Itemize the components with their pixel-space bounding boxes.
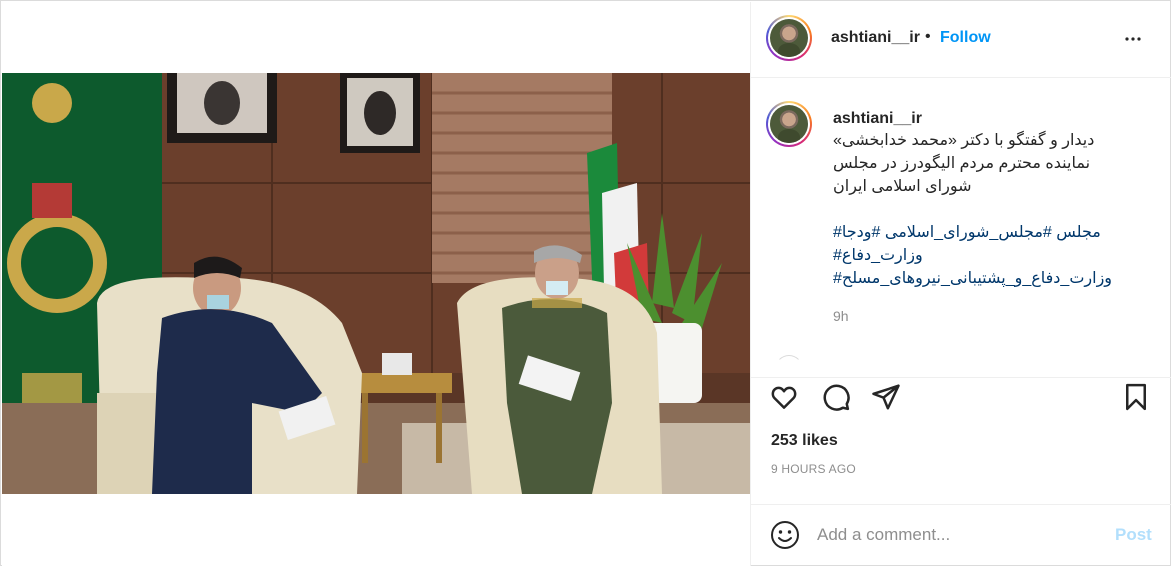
caption-username[interactable]: ashtiani__ir	[833, 110, 922, 128]
post-caption: دیدار و گفتگو با دکتر «محمد خدابخشی» نما…	[833, 129, 1133, 198]
post-photo[interactable]	[2, 73, 750, 494]
avatar-image	[770, 19, 808, 57]
comment-icon[interactable]	[821, 382, 851, 412]
caption-line: دیدار و گفتگو با دکتر «محمد خدابخشی»	[833, 132, 1095, 149]
post-comment-button[interactable]: Post	[1115, 525, 1152, 545]
post-media	[2, 2, 750, 566]
share-icon[interactable]	[871, 382, 901, 412]
avatar[interactable]	[766, 15, 812, 61]
follow-button[interactable]: Follow	[940, 29, 991, 47]
comment-form: Post	[751, 504, 1171, 566]
post-timestamp[interactable]: 9 HOURS AGO	[771, 462, 856, 476]
avatar-image	[770, 105, 808, 143]
hashtag-link[interactable]: مجلس #مجلس_شورای_اسلامی #ودجا#	[833, 221, 1133, 244]
comments-section: ashtiani__ir دیدار و گفتگو با دکتر «محمد…	[751, 79, 1171, 377]
post-hashtags: مجلس #مجلس_شورای_اسلامی #ودجا# وزارت_دفا…	[833, 221, 1133, 290]
caption-timestamp[interactable]: 9h	[833, 308, 849, 324]
likes-count[interactable]: 253 likes	[771, 432, 838, 450]
hashtag-link[interactable]: وزارت_دفاع_و_پشتیبانی_نیروهای_مسلح#	[833, 267, 1133, 290]
comment-input[interactable]	[817, 523, 1097, 547]
action-bar	[751, 377, 1171, 417]
caption-avatar[interactable]	[766, 101, 812, 147]
loading-spinner	[775, 355, 803, 377]
bookmark-icon[interactable]	[1121, 382, 1151, 412]
post-header: ashtiani__ir • Follow	[751, 2, 1171, 78]
caption-line: نماینده محترم مردم الیگودرز در مجلس	[833, 155, 1091, 172]
heart-icon[interactable]	[769, 382, 799, 412]
post-side-panel: ashtiani__ir • Follow ashtiani__ir دیدار…	[751, 2, 1171, 566]
caption-line: شورای اسلامی ایران	[833, 178, 972, 195]
header-username[interactable]: ashtiani__ir	[831, 29, 920, 47]
more-options-icon[interactable]	[1121, 27, 1145, 51]
emoji-icon[interactable]	[769, 519, 801, 551]
post-dialog: ashtiani__ir • Follow ashtiani__ir دیدار…	[0, 0, 1171, 566]
separator-dot: •	[925, 28, 931, 45]
hashtag-link[interactable]: وزارت_دفاع#	[833, 244, 1133, 267]
